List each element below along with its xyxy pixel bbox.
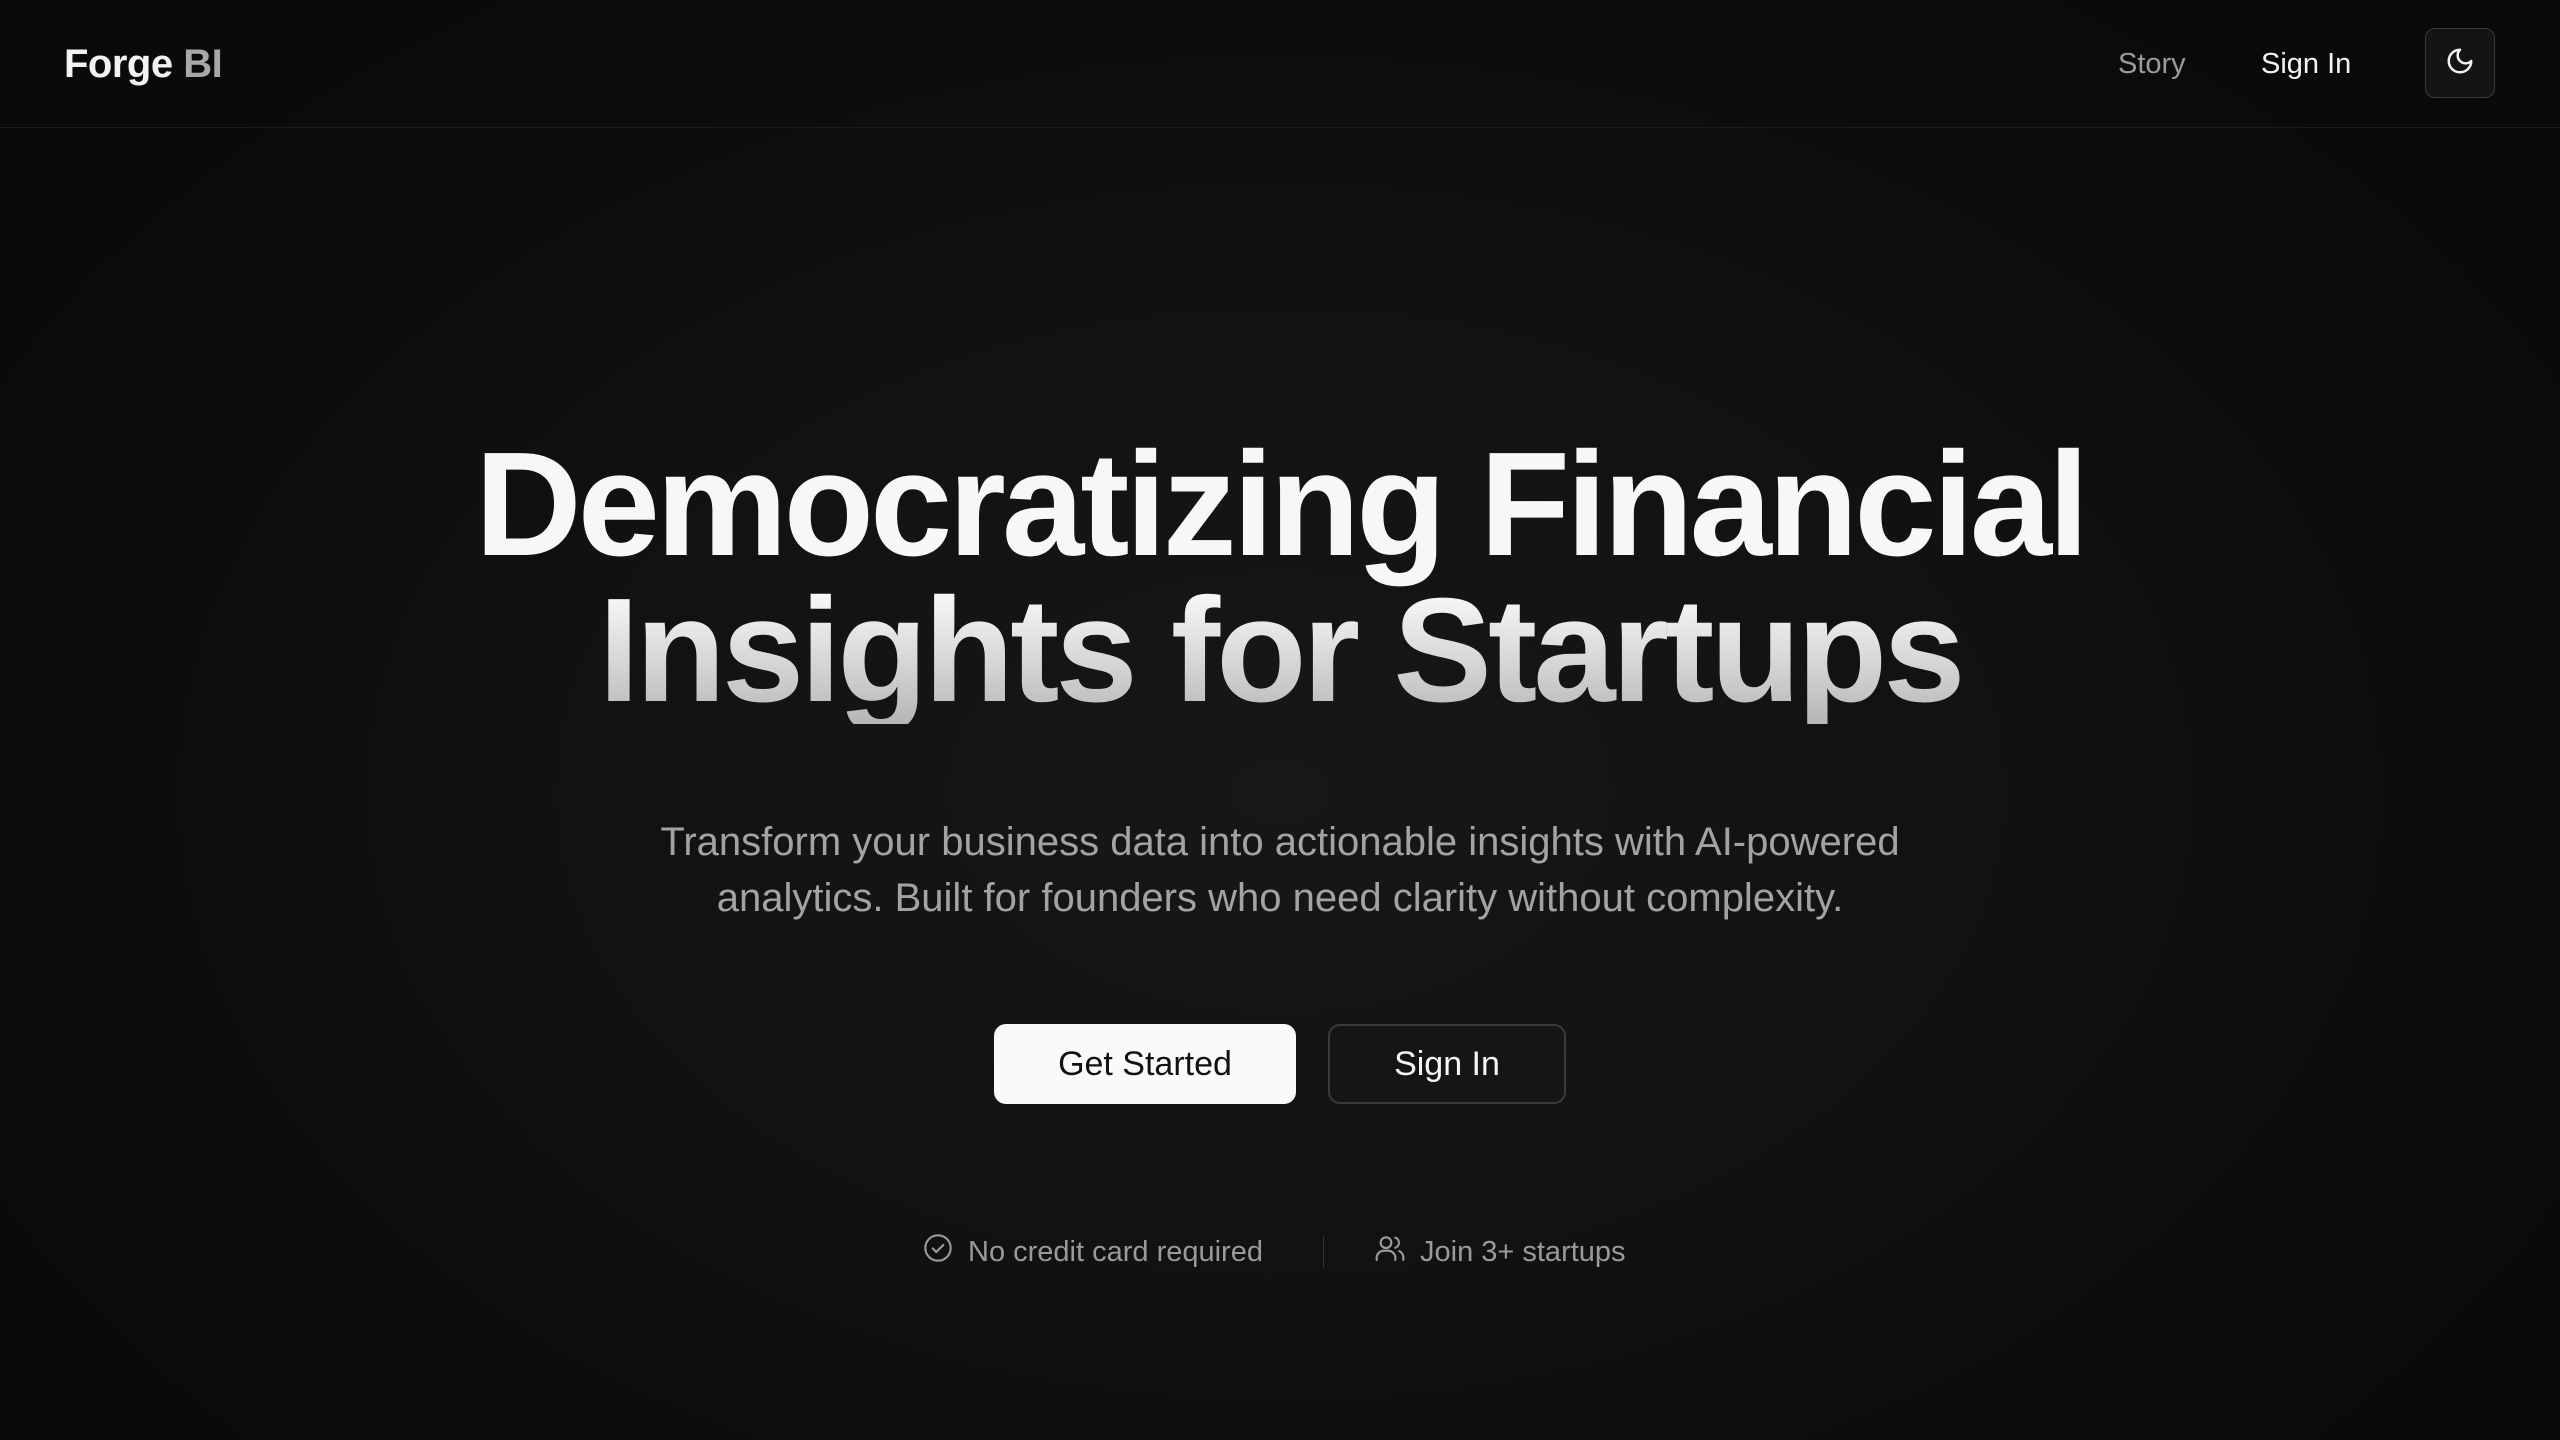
hero-title-line1: Democratizing Financial bbox=[474, 422, 2089, 587]
check-circle-icon bbox=[922, 1232, 968, 1272]
brand-name-secondary: BI bbox=[183, 42, 223, 86]
moon-icon bbox=[2445, 46, 2475, 81]
sign-in-button[interactable]: Sign In bbox=[1328, 1024, 1566, 1104]
hero-title: Democratizing Financial Insights for Sta… bbox=[0, 422, 2560, 725]
users-icon bbox=[1374, 1232, 1420, 1272]
trust-item-no-credit-card: No credit card required bbox=[922, 1230, 1263, 1274]
get-started-button[interactable]: Get Started bbox=[994, 1024, 1296, 1104]
trust-item-startups: Join 3+ startups bbox=[1374, 1230, 1626, 1274]
trust-item-label: Join 3+ startups bbox=[1420, 1235, 1626, 1268]
nav-link-sign-in[interactable]: Sign In bbox=[2261, 44, 2351, 84]
brand-name-primary: Forge bbox=[64, 42, 173, 86]
trust-indicators: No credit card required Join 3+ startups bbox=[0, 1230, 2560, 1274]
nav-link-story[interactable]: Story bbox=[2118, 44, 2186, 84]
trust-divider bbox=[1323, 1236, 1324, 1268]
hero-subtitle: Transform your business data into action… bbox=[660, 820, 1900, 920]
top-navbar: Forge BI Story Sign In bbox=[0, 0, 2560, 128]
hero-title-line2: Insights for Startups bbox=[0, 577, 2560, 725]
brand-logo[interactable]: Forge BI bbox=[64, 36, 223, 92]
trust-item-label: No credit card required bbox=[968, 1235, 1263, 1268]
theme-toggle-button[interactable] bbox=[2425, 28, 2495, 98]
